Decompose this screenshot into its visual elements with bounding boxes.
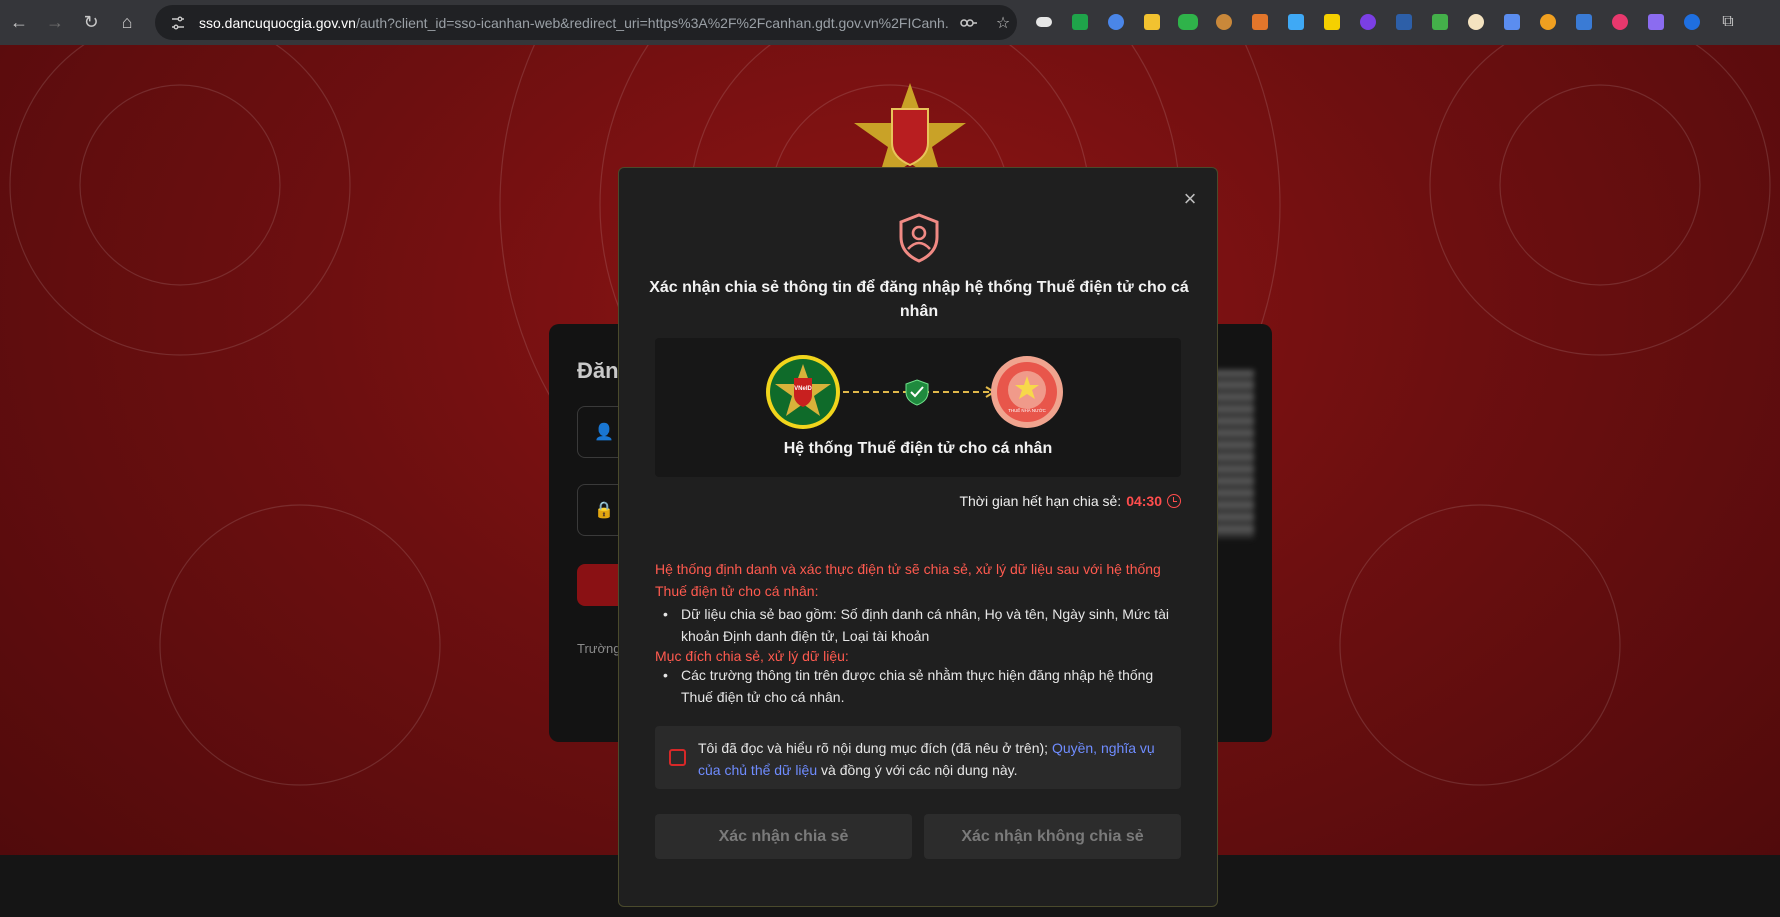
decline-share-button[interactable]: Xác nhận không chia sẻ — [924, 814, 1181, 859]
green-extension-icon[interactable] — [1066, 8, 1094, 36]
data-flow-diagram: VNeID THUẾ NHÀ NƯỚC — [766, 355, 1063, 429]
site-info-icon[interactable] — [165, 10, 191, 36]
purple-extension-icon[interactable] — [1642, 8, 1670, 36]
lock-icon: 🔒 — [594, 502, 614, 519]
yellow-badge-extension-icon[interactable] — [1138, 8, 1166, 36]
bookmark-star-icon[interactable]: ☆ — [989, 9, 1017, 37]
egg-extension-icon[interactable] — [1462, 8, 1490, 36]
fox-extension-icon[interactable] — [1246, 8, 1274, 36]
note-extension-icon[interactable] — [1318, 8, 1346, 36]
shield-extension-icon[interactable] — [1426, 8, 1454, 36]
cloud-extension-icon[interactable] — [1030, 8, 1058, 36]
verified-shield-icon — [905, 379, 929, 406]
s-extension-icon[interactable] — [1354, 8, 1382, 36]
consent-prefix: Tôi đã đọc và hiểu rõ nội dung mục đích … — [698, 740, 1052, 756]
pdf-extension-icon[interactable] — [1390, 8, 1418, 36]
dialog-title: Xác nhận chia sẻ thông tin để đăng nhập … — [649, 279, 1189, 320]
blue-circle-extension-icon[interactable] — [1102, 8, 1130, 36]
shared-data-heading: Hệ thống định danh và xác thực điện tử s… — [655, 561, 1161, 599]
url-host: sso.dancuquocgia.gov.vn — [199, 14, 356, 31]
clock-icon — [1167, 494, 1181, 508]
close-icon[interactable]: × — [1179, 188, 1201, 210]
shared-data-item: Dữ liệu chia sẻ bao gồm: Số định danh cá… — [663, 603, 1173, 647]
address-bar[interactable]: sso.dancuquocgia.gov.vn/auth?client_id=s… — [155, 5, 1017, 40]
moon-extension-icon[interactable] — [1534, 8, 1562, 36]
consent-checkbox[interactable] — [669, 749, 686, 766]
user-shield-icon — [899, 213, 939, 263]
browser-toolbar: ← → ↻ ⌂ sso.dancuquocgia.gov.vn/auth?cli… — [0, 0, 1780, 45]
user-icon: 👤 — [594, 424, 614, 441]
consent-suffix: và đồng ý với các nội dung này. — [817, 762, 1018, 778]
login-title: Đăn — [577, 358, 619, 383]
extensions-puzzle-icon[interactable]: ⧉ — [1714, 8, 1742, 36]
reload-button[interactable]: ↻ — [74, 6, 108, 40]
data-flow-panel: VNeID THUẾ NHÀ NƯỚC Hệ thống Thuế điện t… — [655, 338, 1181, 477]
expiry-countdown: 04:30 — [1126, 493, 1162, 509]
counter-extension-icon[interactable] — [1174, 8, 1202, 36]
key-icon[interactable] — [955, 9, 983, 37]
home-button[interactable]: ⌂ — [110, 6, 144, 40]
bookmark-extension-icon[interactable] — [1282, 8, 1310, 36]
vneid-logo: VNeID — [766, 355, 840, 429]
vneid-logo-text: VNeID — [794, 386, 812, 392]
puzzle-blue-extension-icon[interactable] — [1570, 8, 1598, 36]
confirm-share-button[interactable]: Xác nhận chia sẻ — [655, 814, 912, 859]
calendar-extension-icon[interactable] — [1498, 8, 1526, 36]
extensions-bar: ⧉ — [1030, 8, 1742, 36]
consent-box: Tôi đã đọc và hiểu rõ nội dung mục đích … — [655, 726, 1181, 789]
expiry-label: Thời gian hết hạn chia sẻ: — [959, 493, 1122, 509]
target-system-label: Hệ thống Thuế điện tử cho cá nhân — [783, 440, 1053, 457]
url-path: /auth?client_id=sso-icanhan-web&redirect… — [355, 14, 949, 31]
tax-logo-text: THUẾ NHÀ NƯỚC — [1008, 408, 1046, 413]
expiry-indicator: Thời gian hết hạn chia sẻ: 04:30 — [959, 493, 1181, 509]
cookie-extension-icon[interactable] — [1210, 8, 1238, 36]
purpose-item: Các trường thông tin trên được chia sẻ n… — [663, 664, 1173, 708]
blue-dot-extension-icon[interactable] — [1678, 8, 1706, 36]
back-button[interactable]: ← — [2, 6, 36, 40]
login-hint: Trường — [577, 641, 621, 656]
qr-code-blurred — [1214, 370, 1254, 538]
url-text: sso.dancuquocgia.gov.vn/auth?client_id=s… — [199, 15, 949, 31]
forward-button[interactable]: → — [38, 6, 72, 40]
pink-extension-icon[interactable] — [1606, 8, 1634, 36]
consent-text: Tôi đã đọc và hiểu rõ nội dung mục đích … — [698, 737, 1168, 781]
share-consent-dialog: × Xác nhận chia sẻ thông tin để đăng nhậ… — [618, 167, 1218, 907]
tax-department-logo: THUẾ NHÀ NƯỚC — [991, 356, 1063, 428]
